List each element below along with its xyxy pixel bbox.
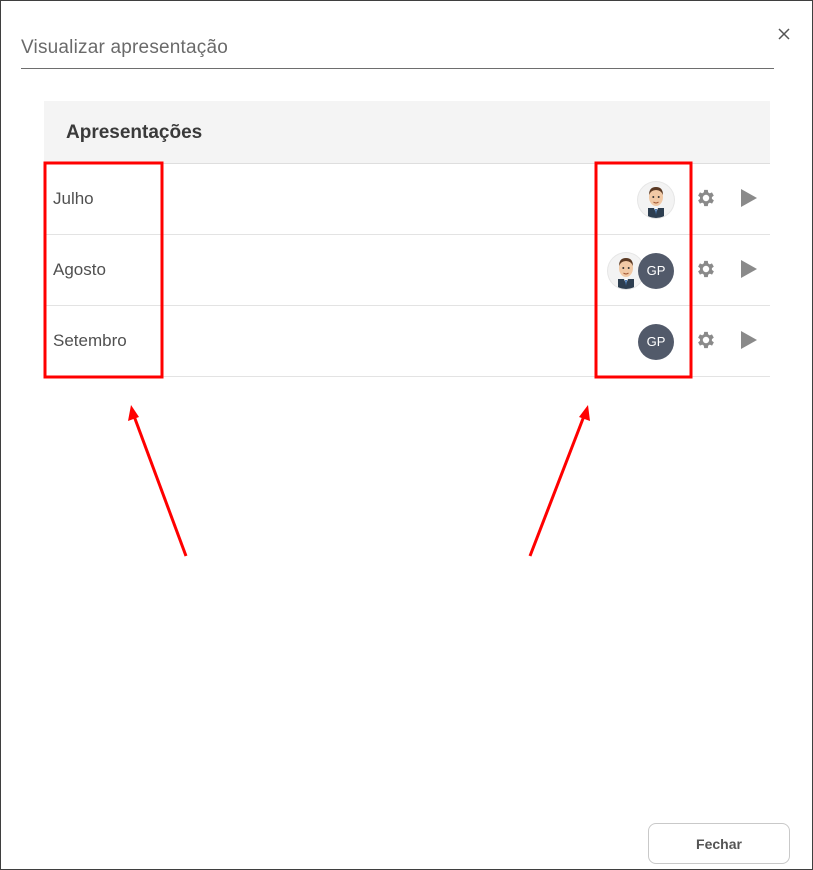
close-icon[interactable] — [771, 21, 797, 47]
gear-icon[interactable] — [695, 329, 717, 351]
list-item: Julho — [44, 164, 770, 235]
panel-header: Apresentações — [44, 101, 770, 164]
play-icon[interactable] — [739, 329, 759, 351]
presentation-name[interactable]: Setembro — [53, 331, 127, 351]
play-icon[interactable] — [739, 258, 759, 280]
presentation-name[interactable]: Julho — [53, 189, 94, 209]
gear-icon[interactable] — [695, 258, 717, 280]
close-button[interactable]: Fechar — [648, 823, 790, 864]
gear-icon[interactable] — [695, 187, 717, 209]
title-divider — [21, 68, 774, 69]
panel-header-label: Apresentações — [66, 122, 203, 143]
user-photo-avatar — [638, 182, 674, 218]
play-icon[interactable] — [739, 187, 759, 209]
user-initials-avatar: GP — [638, 253, 674, 289]
list-item: Setembro GP — [44, 306, 770, 377]
dialog-title: Visualizar apresentação — [21, 37, 229, 58]
presentation-name[interactable]: Agosto — [53, 260, 106, 280]
dialog: Visualizar apresentação Apresentações Ju… — [0, 0, 813, 870]
user-initials-avatar: GP — [638, 324, 674, 360]
list-item: Agosto GP — [44, 235, 770, 306]
